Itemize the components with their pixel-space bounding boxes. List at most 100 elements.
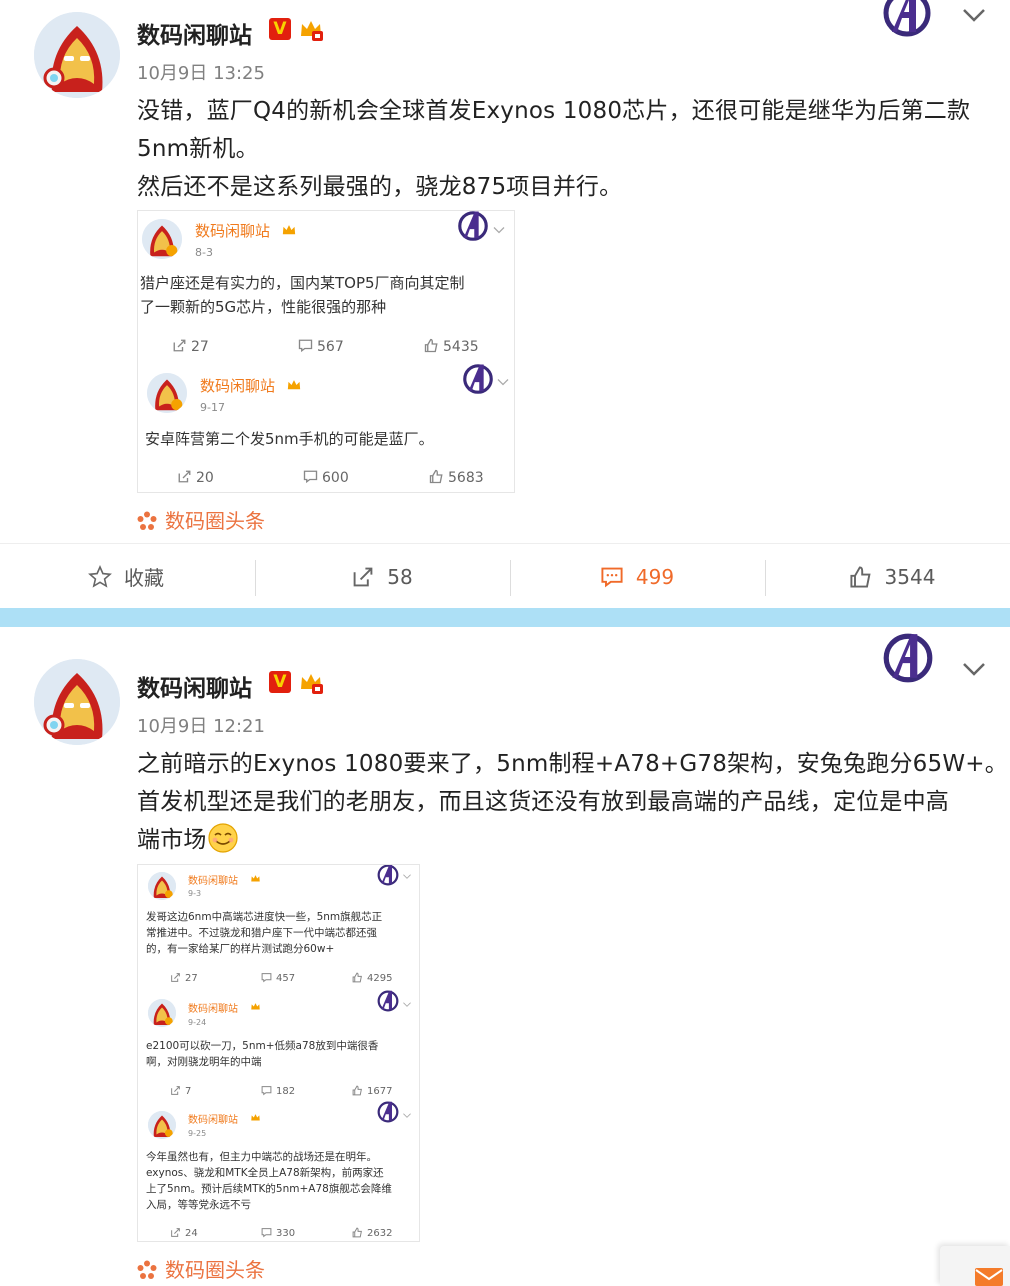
embed-text-line: 常推进中。不过骁龙和猎户座下一代中端芯都还强 bbox=[146, 927, 377, 939]
repost-count: 27 bbox=[191, 339, 209, 355]
repost-icon bbox=[178, 470, 191, 483]
embed-like-count: 5435 bbox=[424, 338, 479, 355]
repost-count: 27 bbox=[185, 973, 198, 984]
comment-count: 330 bbox=[276, 1228, 296, 1239]
floating-message-button[interactable] bbox=[940, 1246, 1010, 1286]
ironman-avatar-icon bbox=[142, 219, 182, 259]
avengers-logo-icon bbox=[463, 364, 493, 394]
source-label: 数码圈头条 bbox=[165, 1258, 265, 1282]
timestamp[interactable]: 10月9日 12:21 bbox=[137, 712, 265, 738]
verified-badge: V bbox=[269, 18, 291, 40]
post-text-line: 没错，蓝厂Q4的新机会全球首发Exynos 1080芯片，还很可能是继华为后第二… bbox=[137, 98, 971, 124]
source-link[interactable]: 数码圈头条 bbox=[137, 505, 265, 534]
timestamp[interactable]: 10月9日 13:25 bbox=[137, 59, 265, 85]
avengers-logo-icon bbox=[377, 865, 399, 886]
star-icon bbox=[88, 564, 112, 588]
avatar bbox=[142, 219, 182, 259]
username[interactable]: 数码闲聊站 bbox=[137, 16, 252, 50]
chevron-down-icon[interactable] bbox=[960, 6, 988, 24]
post-text-tail: 端市场 bbox=[137, 827, 207, 853]
comment-icon bbox=[261, 973, 272, 983]
crown-member-icon bbox=[301, 21, 323, 41]
favorite-button[interactable]: 收藏 bbox=[0, 544, 252, 609]
thumbs-up-icon bbox=[849, 565, 871, 588]
embed-comment-count: 457 bbox=[261, 972, 295, 984]
avatar bbox=[147, 373, 187, 413]
repost-icon bbox=[173, 339, 186, 352]
embed-repost-count: 20 bbox=[177, 469, 214, 486]
embed-comment-count: 330 bbox=[261, 1227, 295, 1239]
embed-text-line: 今年虽然也有，但主力中端芯的战场还是在明年。 bbox=[146, 1151, 377, 1163]
thumbs-up-icon bbox=[352, 972, 362, 983]
like-count: 5435 bbox=[443, 339, 479, 355]
avengers-logo-icon bbox=[883, 633, 933, 683]
embed-text-line: 了一颗新的5G芯片，性能很强的那种 bbox=[140, 298, 387, 316]
like-count: 1677 bbox=[367, 1086, 393, 1097]
comment-count: 457 bbox=[276, 973, 296, 984]
avengers-logo-icon bbox=[377, 1101, 399, 1123]
ironman-avatar-icon bbox=[148, 999, 176, 1027]
embedded-image[interactable]: 数码闲聊站 8-3 猎户座还是有实力的，国内某TOP5厂商向其定制 了一颗新的5… bbox=[137, 210, 515, 493]
embed-like-count: 4295 bbox=[352, 972, 392, 984]
embed-like-count: 1677 bbox=[352, 1085, 392, 1097]
ironman-avatar-icon bbox=[147, 373, 187, 413]
chevron-down-icon bbox=[493, 227, 505, 234]
avengers-logo-icon bbox=[377, 990, 399, 1012]
embed-date: 9-25 bbox=[188, 1129, 207, 1138]
avatar bbox=[148, 1111, 176, 1139]
like-count: 5683 bbox=[448, 470, 484, 486]
embed-username: 数码闲聊站 bbox=[188, 1115, 238, 1126]
like-count: 2632 bbox=[367, 1228, 393, 1239]
comment-count: 600 bbox=[322, 470, 349, 486]
repost-count: 24 bbox=[185, 1228, 198, 1239]
ironman-avatar-icon bbox=[34, 659, 120, 745]
username[interactable]: 数码闲聊站 bbox=[137, 669, 252, 703]
comment-button[interactable]: 499 bbox=[511, 544, 763, 609]
comment-count: 567 bbox=[317, 339, 344, 355]
avatar[interactable] bbox=[34, 659, 120, 745]
embed-like-count: 5683 bbox=[429, 469, 484, 486]
embed-date: 8-3 bbox=[195, 246, 213, 259]
post-text-line: 端市场 bbox=[137, 820, 239, 854]
embed-text-line: 啊，对刚骁龙明年的中端 bbox=[146, 1056, 262, 1068]
chevron-down-icon[interactable] bbox=[960, 660, 988, 678]
avatar[interactable] bbox=[34, 12, 120, 98]
chevron-down-icon bbox=[403, 874, 411, 879]
repost-count: 20 bbox=[196, 470, 214, 486]
chevron-down-icon bbox=[497, 379, 509, 386]
repost-count: 58 bbox=[387, 564, 413, 589]
thumbs-up-icon bbox=[352, 1227, 362, 1238]
avatar bbox=[148, 872, 176, 900]
source-link[interactable]: 数码圈头条 bbox=[137, 1254, 265, 1283]
post-text-line: 然后还不是这系列最强的，骁龙875项目并行。 bbox=[137, 174, 623, 200]
embed-text-line: 入局，等等党永远不亏 bbox=[146, 1199, 251, 1211]
embed-repost-count: 27 bbox=[172, 338, 209, 355]
ironman-avatar-icon bbox=[148, 872, 176, 900]
embedded-image[interactable]: 数码闲聊站 9-3 发哥这边6nm中高端芯进度快一些，5nm旗舰芯正 常推进中。… bbox=[137, 864, 420, 1242]
repost-button[interactable]: 58 bbox=[256, 544, 508, 609]
avengers-logo-icon bbox=[883, 0, 931, 37]
flower-source-icon bbox=[137, 511, 157, 530]
like-count: 3544 bbox=[884, 564, 936, 589]
thumbs-up-icon bbox=[429, 469, 443, 484]
comment-icon bbox=[601, 567, 623, 587]
like-button[interactable]: 3544 bbox=[766, 544, 1010, 609]
verified-badge: V bbox=[269, 671, 291, 693]
smiling-face-emoji-icon bbox=[208, 823, 238, 853]
ironman-avatar-icon bbox=[148, 1111, 176, 1139]
comment-icon bbox=[298, 339, 313, 353]
embed-comment-count: 567 bbox=[298, 338, 344, 355]
embed-text-line: 上了5nm。预计后续MTK的5nm+A78旗舰芯会降维 bbox=[146, 1183, 392, 1195]
repost-icon bbox=[171, 973, 180, 982]
chevron-down-icon bbox=[403, 1113, 411, 1118]
crown-member-icon bbox=[251, 1114, 260, 1121]
embed-like-count: 2632 bbox=[352, 1227, 392, 1239]
chevron-down-icon bbox=[403, 1002, 411, 1007]
post-text-line: 之前暗示的Exynos 1080要来了，5nm制程+A78+G78架构，安兔兔跑… bbox=[137, 751, 1008, 777]
embed-username: 数码闲聊站 bbox=[188, 1004, 238, 1015]
embed-text-line: 发哥这边6nm中高端芯进度快一些，5nm旗舰芯正 bbox=[146, 911, 383, 923]
mail-icon bbox=[975, 1268, 1003, 1286]
embed-text-line: 猎户座还是有实力的，国内某TOP5厂商向其定制 bbox=[140, 274, 465, 292]
ironman-avatar-icon bbox=[34, 12, 120, 98]
comment-icon bbox=[303, 470, 318, 484]
